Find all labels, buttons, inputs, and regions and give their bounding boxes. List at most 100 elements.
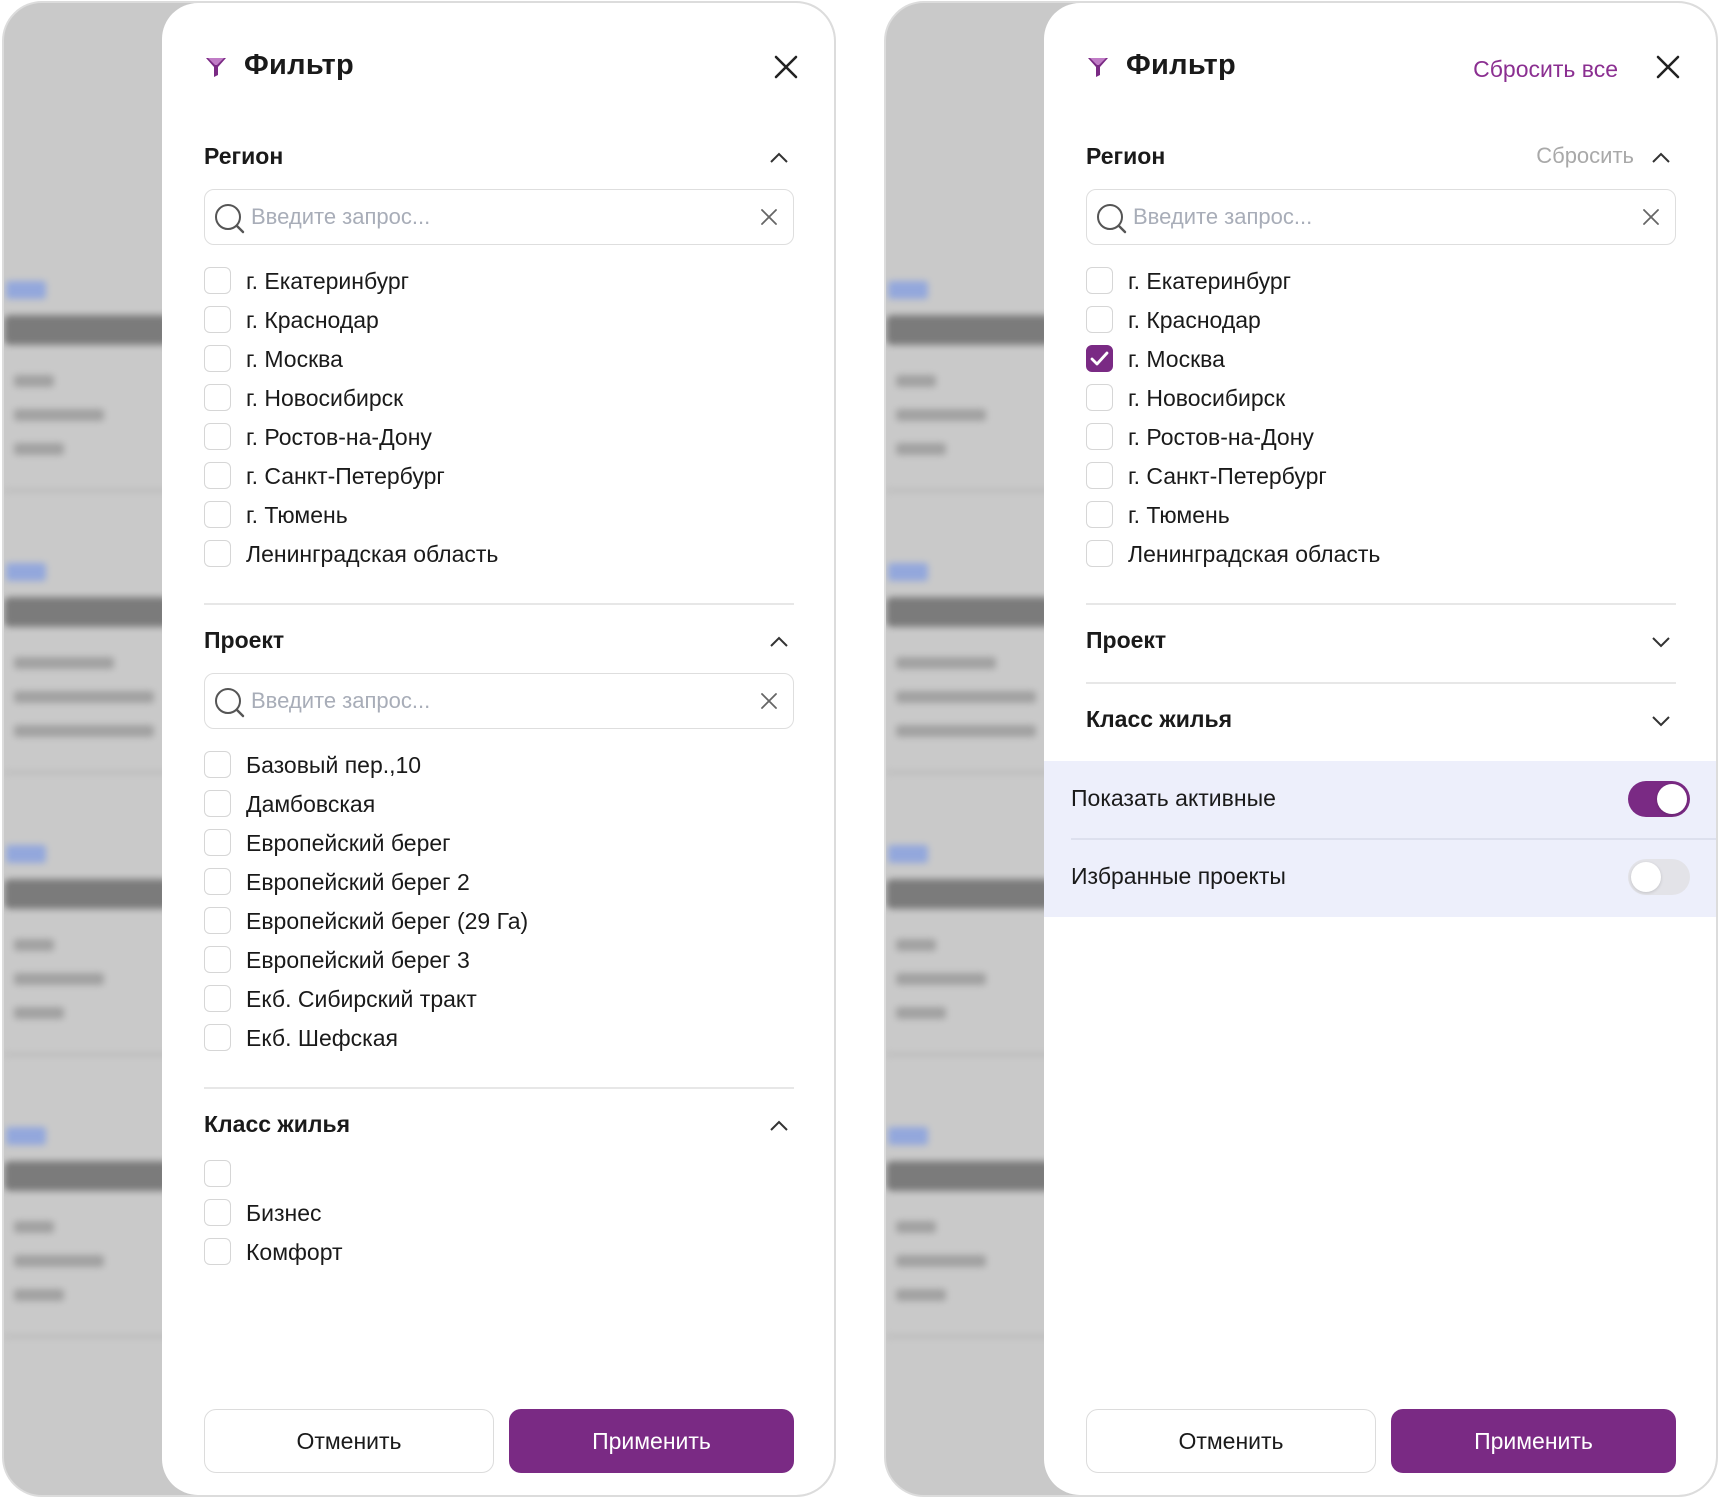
checkbox[interactable] [204,1199,231,1226]
checkbox-class-business[interactable]: Бизнес [204,1196,794,1230]
reset-all-link[interactable]: Сбросить все [1473,56,1618,83]
checkbox-region-moscow[interactable]: г. Москва [204,342,794,376]
chevron-down-icon[interactable] [1650,710,1672,732]
checkbox-region-leningrad-oblast[interactable]: Ленинградская область [1086,537,1676,571]
checkbox[interactable] [204,1238,231,1265]
checkbox-project[interactable]: Дамбовская [204,787,794,821]
project-search-box [204,673,794,729]
checkbox[interactable] [204,267,231,294]
checkbox-project[interactable]: Базовый пер.,10 [204,748,794,782]
checkbox-region-krasnodar[interactable]: г. Краснодар [1086,303,1676,337]
section-title: Класс жилья [204,1111,351,1137]
checkbox[interactable] [1086,423,1113,450]
checkbox-class-empty[interactable] [204,1157,794,1191]
clear-icon[interactable] [1641,207,1661,227]
checkbox[interactable] [204,790,231,817]
cancel-button[interactable]: Отменить [204,1409,494,1473]
clear-icon[interactable] [759,691,779,711]
checkbox-region-tyumen[interactable]: г. Тюмень [204,498,794,532]
checkbox[interactable] [204,1024,231,1051]
region-search-input[interactable] [251,200,721,234]
class-section-header[interactable]: Класс жилья [204,1107,794,1143]
close-icon[interactable] [1654,53,1682,81]
checkbox[interactable] [204,946,231,973]
project-section-collapsed[interactable]: Проект [1086,623,1676,659]
checkbox-region-leningrad-oblast[interactable]: Ленинградская область [204,537,794,571]
chevron-up-icon[interactable] [768,1115,790,1137]
checkbox[interactable] [204,1160,231,1187]
checkbox-region-ekaterinburg[interactable]: г. Екатеринбург [204,264,794,298]
checkbox-region-spb[interactable]: г. Санкт-Петербург [204,459,794,493]
checkbox[interactable] [204,829,231,856]
class-section-collapsed[interactable]: Класс жилья [1086,702,1676,738]
region-search-box [1086,189,1676,245]
checkbox-region-krasnodar[interactable]: г. Краснодар [204,303,794,337]
checkbox-region-rostov[interactable]: г. Ростов-на-Дону [1086,420,1676,454]
section-reset-link[interactable]: Сбросить [1536,143,1634,169]
checkbox-region-rostov[interactable]: г. Ростов-на-Дону [204,420,794,454]
background-card [886,253,1056,553]
checkbox[interactable] [1086,267,1113,294]
chevron-up-icon[interactable] [1650,147,1672,169]
cancel-button[interactable]: Отменить [1086,1409,1376,1473]
checkbox-project[interactable]: Европейский берег (29 Га) [204,904,794,938]
checkbox-project[interactable]: Европейский берег 2 [204,865,794,899]
checkbox-region-spb[interactable]: г. Санкт-Петербург [1086,459,1676,493]
checkbox[interactable] [204,868,231,895]
filter-panel: Фильтр Сбросить все Регион Сбросить г. Е… [1044,3,1716,1495]
checkbox[interactable] [204,384,231,411]
funnel-icon [1088,58,1108,77]
checkbox-project[interactable]: Екб. Шефская [204,1021,794,1055]
region-section-header[interactable]: Регион Сбросить [1086,139,1676,175]
checkbox[interactable] [204,501,231,528]
checkbox[interactable] [1086,501,1113,528]
checkbox-project[interactable]: Европейский берег [204,826,794,860]
checkbox[interactable] [204,462,231,489]
checkbox[interactable] [204,540,231,567]
checkbox[interactable] [204,985,231,1012]
checkbox-project[interactable]: Европейский берег 3 [204,943,794,977]
checkbox-project[interactable]: Екб. Сибирский тракт [204,982,794,1016]
chevron-down-icon[interactable] [1650,631,1672,653]
project-search-input[interactable] [251,684,721,718]
checkbox-region-ekaterinburg[interactable]: г. Екатеринбург [1086,264,1676,298]
chevron-up-icon[interactable] [768,147,790,169]
region-section-header[interactable]: Регион [204,139,794,175]
apply-button[interactable]: Применить [1391,1409,1676,1473]
checkbox[interactable] [1086,462,1113,489]
filter-header: Фильтр Сбросить все [1086,47,1682,87]
checkbox-region-novosibirsk[interactable]: г. Новосибирск [204,381,794,415]
checkbox[interactable] [1086,306,1113,333]
background-card [4,535,174,835]
region-search-input[interactable] [1133,200,1603,234]
checkbox-region-novosibirsk[interactable]: г. Новосибирск [1086,381,1676,415]
project-section-header[interactable]: Проект [204,623,794,659]
checkbox[interactable] [204,423,231,450]
checkbox-region-tyumen[interactable]: г. Тюмень [1086,498,1676,532]
chevron-up-icon[interactable] [768,631,790,653]
checkbox-region-moscow[interactable]: г. Москва [1086,342,1676,376]
section-title: Проект [1086,627,1167,653]
checkbox[interactable] [1086,384,1113,411]
clear-icon[interactable] [759,207,779,227]
background-card [4,817,174,1117]
checkbox-class-comfort[interactable]: Комфорт [204,1235,794,1269]
show-active-toggle[interactable] [1628,781,1690,817]
section-title: Регион [1086,143,1166,169]
close-icon[interactable] [772,53,800,81]
checkbox-label: г. Ростов-на-Дону [1128,424,1314,450]
toggle-row-favorites[interactable]: Избранные проекты [1044,839,1716,917]
favorites-toggle[interactable] [1628,859,1690,895]
checkbox[interactable] [1086,540,1113,567]
checkbox[interactable] [204,306,231,333]
toggle-label: Показать активные [1071,785,1276,811]
project-section: Проект Базовый пер.,10 Дамбовская Европе… [204,623,794,1051]
class-section-header[interactable]: Класс жилья [1086,702,1676,738]
project-section-header[interactable]: Проект [1086,623,1676,659]
checkbox-checked[interactable] [1086,345,1113,372]
checkbox[interactable] [204,907,231,934]
toggle-row-show-active[interactable]: Показать активные [1044,761,1716,839]
checkbox[interactable] [204,751,231,778]
apply-button[interactable]: Применить [509,1409,794,1473]
checkbox[interactable] [204,345,231,372]
